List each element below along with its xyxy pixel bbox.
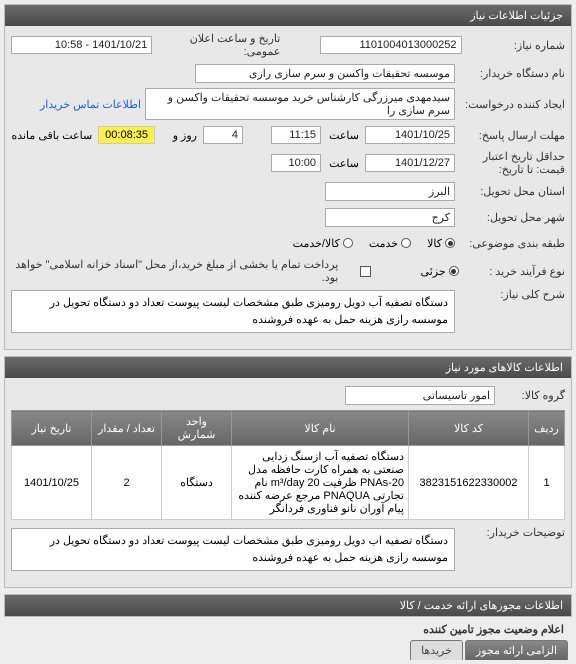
validity-date: 1401/12/27 (365, 154, 455, 172)
deadline-label: مهلت ارسال پاسخ: (455, 129, 565, 142)
creator-value: سیدمهدی میرزرگی کارشناس خرید موسسه تحقیق… (145, 88, 455, 120)
province-label: استان محل تحویل: (455, 185, 565, 198)
remaining-label: ساعت باقی مانده (11, 129, 92, 142)
need-no-value: 1101004013000252 (320, 36, 461, 54)
countdown-timer: 00:08:35 (98, 126, 155, 144)
cell-name: دستگاه تصفیه آب ازسنگ زدایی صنعتی به همر… (232, 446, 409, 520)
goods-panel: اطلاعات کالاهای مورد نیاز گروه کالا: امو… (4, 356, 572, 588)
buyer-label: نام دستگاه خریدار: (455, 67, 565, 80)
buyer-notes-value: دستگاه تصفیه اب دویل رومیزی طبق مشخصات ل… (11, 528, 455, 571)
buyer-value: موسسه تحقیقات واکسن و سرم سازی رازی (195, 64, 455, 83)
license-panel: اطلاعات مجوزهای ارائه خدمت / کالا (4, 594, 572, 617)
tab-license-required[interactable]: الزامی ارائه مجوز (465, 640, 568, 660)
treasury-checkbox[interactable] (360, 266, 371, 277)
category-goods-label: کالا (427, 237, 442, 250)
process-label: نوع فرآیند خرید : (459, 265, 565, 278)
buyer-notes-label: توضیحات خریدار: (455, 526, 565, 539)
license-header: اطلاعات مجوزهای ارائه خدمت / کالا (5, 595, 571, 616)
category-label: طبقه بندی موضوعی: (455, 237, 565, 250)
province-value: البرز (325, 182, 455, 201)
tab-purchases[interactable]: خریدها (410, 640, 463, 660)
cell-qty: 2 (92, 446, 162, 520)
need-info-panel: جزئیات اطلاعات نیاز شماره نیاز: 11010040… (4, 4, 572, 350)
category-goods-radio[interactable]: کالا (427, 237, 455, 250)
treasury-note: پرداخت تمام یا بخشی از مبلغ خرید،از محل … (11, 258, 338, 284)
category-service-radio[interactable]: خدمت (369, 237, 411, 250)
cell-date: 1401/10/25 (12, 446, 92, 520)
public-time-label: تاریخ و ساعت اعلان عمومی: (152, 32, 280, 58)
group-label: گروه کالا: (495, 389, 565, 402)
city-label: شهر محل تحویل: (455, 211, 565, 224)
validity-time-label: ساعت (323, 157, 363, 170)
days-label: روز و (161, 129, 201, 142)
col-date: تاریخ نیاز (12, 411, 92, 446)
city-value: کرج (325, 208, 455, 227)
col-unit: واحد شمارش (162, 411, 232, 446)
creator-label: ایجاد کننده درخواست: (455, 98, 565, 111)
table-row[interactable]: 1 3823151622330002 دستگاه تصفیه آب ازسنگ… (12, 446, 565, 520)
goods-header: اطلاعات کالاهای مورد نیاز (5, 357, 571, 378)
goods-table: ردیف کد کالا نام کالا واحد شمارش تعداد /… (11, 410, 565, 520)
need-desc-value: دستگاه تصفیه آب دویل رومیزی طبق مشخصات ل… (11, 290, 455, 333)
need-info-header: جزئیات اطلاعات نیاز (5, 5, 571, 26)
group-value: امور تاسیساتی (345, 386, 495, 405)
deadline-time: 11:15 (271, 126, 321, 144)
col-row: ردیف (529, 411, 565, 446)
process-minor-label: جزئی (421, 265, 446, 278)
responsibility-title: اعلام وضعیت مجوز تامین کننده (4, 619, 572, 636)
validity-time: 10:00 (271, 154, 321, 172)
category-both-label: کالا/خدمت (293, 237, 340, 250)
process-minor-radio[interactable]: جزئی (421, 265, 459, 278)
validity-label: حداقل تاریخ اعتبار قیمت: تا تاریخ: (455, 150, 565, 176)
days-remaining: 4 (203, 126, 243, 144)
category-both-radio[interactable]: کالا/خدمت (293, 237, 353, 250)
public-time-value: 1401/10/21 - 10:58 (11, 36, 152, 54)
category-radiogroup: کالا خدمت کالا/خدمت (293, 237, 455, 250)
cell-code: 3823151622330002 (409, 446, 529, 520)
tab-strip: الزامی ارائه مجوز خریدها (4, 640, 572, 660)
deadline-date: 1401/10/25 (365, 126, 455, 144)
col-name: نام کالا (232, 411, 409, 446)
col-qty: تعداد / مقدار (92, 411, 162, 446)
need-no-label: شماره نیاز: (462, 39, 565, 52)
col-code: کد کالا (409, 411, 529, 446)
buyer-contact-link[interactable]: اطلاعات تماس خریدار (40, 98, 141, 111)
category-service-label: خدمت (369, 237, 398, 250)
cell-unit: دستگاه (162, 446, 232, 520)
cell-idx: 1 (529, 446, 565, 520)
deadline-time-label: ساعت (323, 129, 363, 142)
need-desc-label: شرح کلی نیاز: (455, 288, 565, 301)
